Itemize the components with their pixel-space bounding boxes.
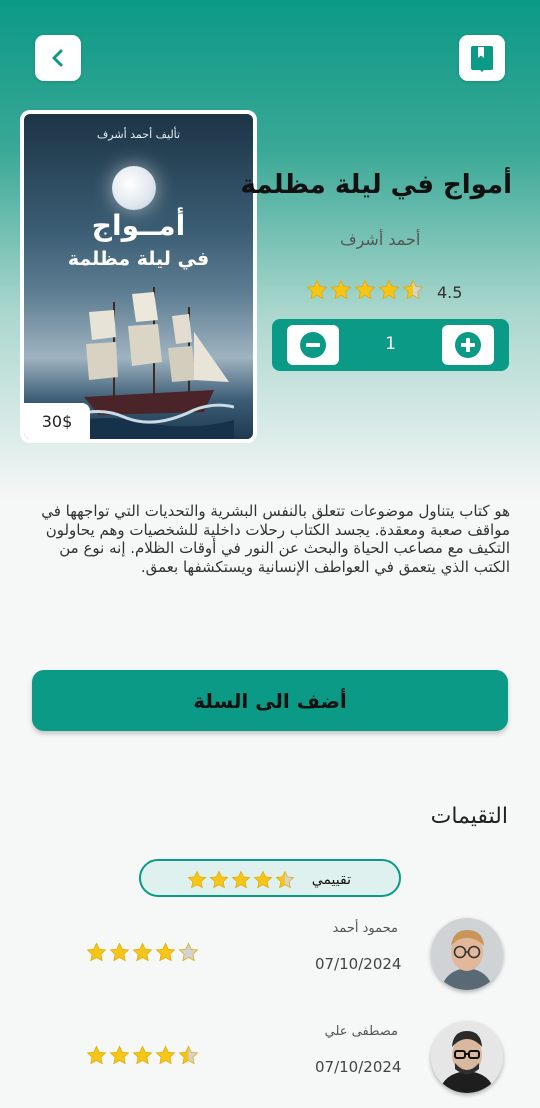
book-title: أمواج في ليلة مظلمة: [240, 170, 512, 200]
book-rating-value: 4.5: [437, 283, 463, 302]
book-author: أحمد أشرف: [340, 230, 421, 249]
review-date: 07/10/2024: [315, 955, 402, 973]
review-item: محمود أحمد 07/10/2024: [0, 915, 540, 995]
moon-graphic: [112, 166, 156, 210]
my-rating-stars[interactable]: [187, 870, 297, 890]
star-filled-icon: [187, 870, 207, 889]
book-description: هو كتاب يتناول موضوعات تتعلق بالنفس البش…: [41, 502, 510, 576]
star-filled-icon: [231, 870, 251, 889]
star-half-icon: [402, 279, 424, 300]
back-button[interactable]: [35, 35, 81, 81]
star-filled-icon: [86, 1045, 107, 1065]
star-empty-icon: [178, 942, 199, 962]
star-filled-icon: [253, 870, 273, 889]
star-filled-icon: [109, 1045, 130, 1065]
quantity-stepper: 1: [272, 319, 509, 371]
user-photo: [431, 918, 503, 990]
book-cover: تأليف أحمد أشرف أمــواج في ليلة مظلمة 30…: [20, 110, 257, 443]
cover-title-line1: أمــواج: [91, 209, 186, 242]
review-date: 07/10/2024: [315, 1058, 402, 1076]
price-tag: 30$: [24, 403, 90, 439]
reviews-title: التقيمات: [430, 804, 508, 829]
review-stars: [86, 942, 201, 963]
star-rating: [306, 279, 426, 301]
reviewer-name: محمود أحمد: [332, 921, 399, 936]
cover-author-line: تأليف أحمد أشرف: [96, 128, 181, 141]
star-filled-icon: [155, 942, 176, 962]
add-to-cart-button[interactable]: أضف الى السلة: [32, 670, 508, 731]
book-bookmark-icon: [471, 46, 493, 72]
star-filled-icon: [86, 942, 107, 962]
my-rating-pill[interactable]: تقييمي: [139, 859, 401, 897]
star-filled-icon: [330, 279, 352, 300]
increase-quantity-button[interactable]: [442, 325, 494, 365]
avatar: [431, 918, 503, 990]
chevron-left-icon: [52, 49, 63, 67]
star-filled-icon: [109, 942, 130, 962]
star-filled-icon: [155, 1045, 176, 1065]
review-stars: [86, 1045, 201, 1066]
star-filled-icon: [132, 1045, 153, 1065]
user-photo: [431, 1021, 503, 1093]
my-rating-label: تقييمي: [311, 872, 351, 888]
book-rating-stars: [306, 279, 426, 301]
cover-title-line2: في ليلة مظلمة: [67, 248, 210, 270]
star-half-icon: [275, 870, 295, 889]
avatar: [431, 1021, 503, 1093]
bookmark-button[interactable]: [459, 35, 505, 81]
star-filled-icon: [132, 942, 153, 962]
review-item: مصطفى علي 07/10/2024: [0, 1018, 540, 1098]
plus-circle-icon: [455, 332, 481, 358]
star-filled-icon: [306, 279, 328, 300]
reviewer-name: مصطفى علي: [324, 1024, 398, 1039]
star-half-icon: [178, 1045, 199, 1065]
star-filled-icon: [354, 279, 376, 300]
star-filled-icon: [378, 279, 400, 300]
star-filled-icon: [209, 870, 229, 889]
